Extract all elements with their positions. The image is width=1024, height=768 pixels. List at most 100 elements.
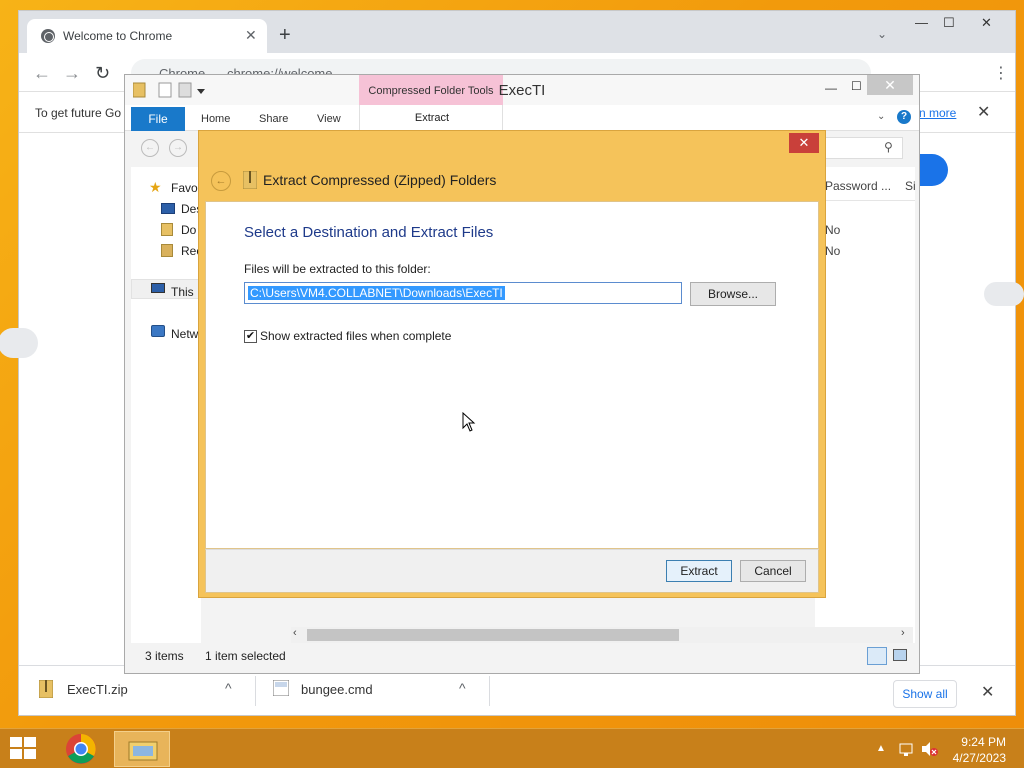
cancel-button[interactable]: Cancel: [740, 560, 806, 582]
nav-item-this-pc[interactable]: This I: [171, 285, 200, 299]
menu-icon[interactable]: ⋮: [993, 63, 1009, 83]
dialog-title: Extract Compressed (Zipped) Folders: [263, 172, 497, 188]
help-icon[interactable]: ?: [897, 110, 911, 124]
dialog-back-icon[interactable]: ←: [211, 171, 231, 191]
destination-path-text: C:\Users\VM4.COLLABNET\Downloads\ExecTI: [248, 286, 505, 300]
explorer-minimize-button[interactable]: —: [825, 81, 837, 95]
forward-icon[interactable]: →: [63, 63, 81, 84]
download-name: ExecTI.zip: [67, 682, 128, 697]
download-name: bungee.cmd: [301, 682, 373, 697]
taskbar: ▲ 9:24 PM 4/27/2023: [0, 728, 1024, 768]
tab-extract[interactable]: Extract: [359, 105, 503, 131]
divider: [255, 676, 256, 706]
globe-icon: [41, 29, 55, 43]
tab-close-icon[interactable]: ✕: [245, 27, 257, 44]
scroll-right-icon[interactable]: ›: [901, 627, 905, 639]
column-header-row: Password ... Si: [815, 167, 916, 201]
taskbar-explorer-icon[interactable]: [114, 731, 170, 767]
show-all-button[interactable]: Show all: [893, 680, 957, 708]
tab-view[interactable]: View: [317, 113, 341, 125]
new-tab-button[interactable]: +: [279, 25, 291, 45]
tab-share[interactable]: Share: [259, 113, 288, 125]
shelf-close-icon[interactable]: ✕: [981, 682, 994, 702]
cell-password: No: [825, 244, 841, 258]
status-selected: 1 item selected: [205, 649, 286, 663]
search-box[interactable]: ⚲: [823, 137, 903, 159]
carousel-right-button[interactable]: [984, 282, 1024, 306]
clock-date[interactable]: 4/27/2023: [940, 751, 1006, 765]
dialog-body: Select a Destination and Extract Files F…: [205, 201, 819, 549]
tab-title: Welcome to Chrome: [63, 29, 173, 43]
extract-button[interactable]: Extract: [666, 560, 732, 582]
chevron-up-icon[interactable]: ^: [225, 680, 232, 696]
dialog-footer: Extract Cancel: [205, 549, 819, 593]
dialog-close-button[interactable]: ✕: [789, 133, 819, 153]
column-header-password[interactable]: Password ...: [825, 179, 891, 193]
extract-tab-label: Extract: [414, 112, 450, 124]
close-button[interactable]: ✕: [981, 15, 992, 31]
destination-path-input[interactable]: C:\Users\VM4.COLLABNET\Downloads\ExecTI: [244, 282, 682, 304]
computer-icon: [151, 283, 165, 293]
file-list: Password ... Si No No: [815, 167, 916, 643]
mouse-cursor-icon: [462, 412, 476, 432]
tray-expand-icon[interactable]: ▲: [876, 743, 886, 754]
destination-label: Files will be extracted to this folder:: [244, 262, 431, 276]
chrome-tabstrip: Welcome to Chrome ✕ + ⌄ — ☐ ✕: [19, 11, 1015, 53]
browse-button[interactable]: Browse...: [690, 282, 776, 306]
minimize-button[interactable]: —: [915, 15, 928, 30]
horizontal-scrollbar[interactable]: ‹ ›: [291, 627, 913, 643]
maximize-button[interactable]: ☐: [943, 15, 955, 31]
carousel-left-button[interactable]: [0, 328, 38, 358]
explorer-back-icon[interactable]: ←: [141, 139, 159, 157]
infobar-close-icon[interactable]: ✕: [977, 102, 990, 122]
download-item[interactable]: bungee.cmd ^: [271, 678, 487, 704]
search-icon: ⚲: [884, 140, 893, 154]
back-icon[interactable]: ←: [33, 63, 51, 84]
tab-file[interactable]: File: [131, 107, 185, 131]
ribbon: File Home Share View Extract ⌄ ?: [125, 105, 919, 131]
windows-start-icon[interactable]: [10, 737, 38, 761]
tab-search-icon[interactable]: ⌄: [877, 27, 887, 41]
zip-folder-icon: [243, 171, 257, 189]
clock-time[interactable]: 9:24 PM: [940, 735, 1006, 749]
status-bar: 3 items 1 item selected: [125, 643, 919, 673]
infobar-text: To get future Go: [35, 106, 122, 120]
network-icon: [151, 325, 165, 337]
reload-icon[interactable]: ↻: [95, 63, 110, 84]
divider: [489, 676, 490, 706]
tab-home[interactable]: Home: [201, 113, 230, 125]
nav-item-network[interactable]: Netw: [171, 327, 198, 341]
navigation-pane: ★ Favor Des Do Rec This I Netw: [131, 167, 202, 643]
download-item[interactable]: ExecTI.zip ^: [37, 678, 253, 704]
taskbar-chrome-icon[interactable]: [58, 731, 104, 767]
chevron-up-icon[interactable]: ^: [459, 680, 466, 696]
volume-muted-icon[interactable]: [920, 741, 938, 757]
cmd-icon: [273, 680, 289, 696]
explorer-forward-icon[interactable]: →: [169, 139, 187, 157]
recent-icon: [161, 244, 173, 257]
desktop-icon: [161, 203, 175, 214]
dialog-heading: Select a Destination and Extract Files: [244, 224, 494, 241]
explorer-close-button[interactable]: ✕: [867, 75, 913, 95]
zip-icon: [39, 680, 53, 698]
ribbon-expand-icon[interactable]: ⌄: [877, 111, 885, 122]
network-tray-icon[interactable]: [898, 741, 914, 757]
show-files-checkbox-label[interactable]: Show extracted files when complete: [260, 329, 451, 343]
star-icon: ★: [149, 179, 162, 195]
status-item-count: 3 items: [145, 649, 184, 663]
scroll-left-icon[interactable]: ‹: [293, 627, 297, 639]
column-header-size[interactable]: Si: [905, 179, 916, 193]
large-icons-view-icon[interactable]: [893, 649, 907, 661]
downloads-icon: [161, 223, 173, 236]
show-files-checkbox[interactable]: ✔: [244, 330, 257, 343]
scrollbar-thumb[interactable]: [307, 629, 679, 641]
infobar-learn-more-link[interactable]: n more: [919, 106, 956, 120]
extract-dialog: ✕ ← Extract Compressed (Zipped) Folders …: [198, 130, 826, 598]
cell-password: No: [825, 223, 841, 237]
explorer-title: ExecTI: [498, 82, 546, 99]
details-view-icon[interactable]: [867, 647, 887, 665]
nav-item-downloads[interactable]: Do: [181, 223, 196, 237]
tab-welcome[interactable]: Welcome to Chrome ✕: [27, 19, 267, 53]
explorer-maximize-button[interactable]: ☐: [851, 79, 862, 93]
explorer-titlebar: Compressed Folder Tools ExecTI — ☐ ✕: [125, 75, 919, 105]
